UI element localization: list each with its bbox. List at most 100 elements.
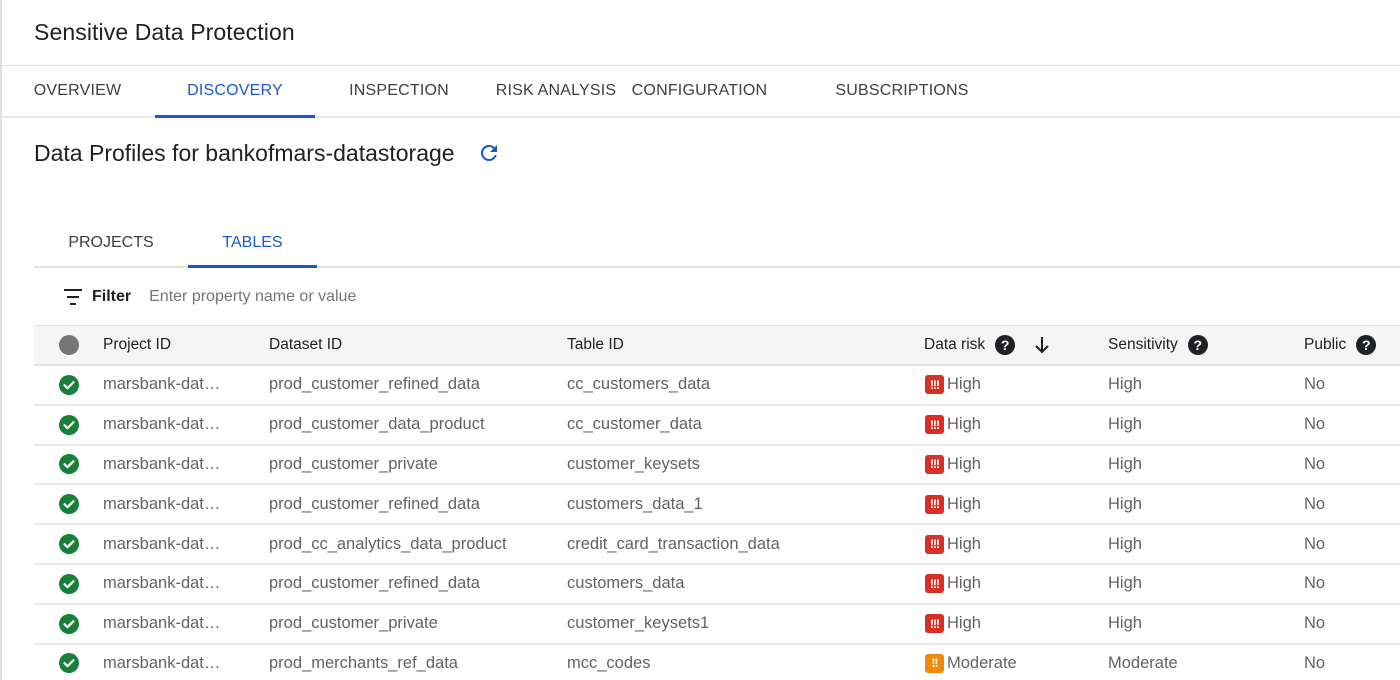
table-row[interactable]: marsbank-dat… prod_customer_data_product… (34, 406, 1400, 446)
public-cell: No (1304, 574, 1326, 593)
filter-input[interactable] (149, 287, 550, 306)
table-id-cell[interactable]: credit_card_transaction_data (567, 535, 924, 554)
tab-risk-analysis[interactable]: RISK ANALYSIS (483, 66, 629, 116)
check-circle-icon (58, 454, 79, 475)
sensitivity-cell: High (1108, 494, 1142, 513)
sensitivity-cell: High (1108, 614, 1142, 633)
table-body: marsbank-dat… prod_customer_refined_data… (34, 366, 1400, 680)
public-cell: No (1304, 415, 1326, 434)
header-project-id[interactable]: Project ID (103, 336, 269, 354)
sensitivity-cell: High (1108, 375, 1142, 394)
arrow-down-icon[interactable] (1033, 335, 1051, 355)
project-id-cell[interactable]: marsbank-dat… (103, 375, 269, 394)
tab-projects[interactable]: PROJECTS (34, 220, 188, 266)
tab-inspection[interactable]: INSPECTION (315, 66, 483, 116)
table-id-cell[interactable]: customers_data (567, 574, 924, 593)
header-dataset-id[interactable]: Dataset ID (269, 336, 567, 354)
table-id-cell[interactable]: customer_keysets1 (567, 614, 924, 633)
risk-badge-icon: !!! (925, 574, 944, 594)
header-data-risk-label: Data risk (924, 336, 986, 353)
main-tabs: OVERVIEW DISCOVERY INSPECTION RISK ANALY… (0, 66, 1400, 118)
header-status (34, 335, 103, 355)
risk-badge-icon: !! (925, 653, 944, 673)
table-row[interactable]: marsbank-dat… prod_cc_analytics_data_pro… (34, 525, 1400, 565)
sensitivity-cell: Moderate (1108, 653, 1178, 672)
tab-discovery[interactable]: DISCOVERY (155, 66, 315, 118)
help-icon[interactable]: ? (1356, 335, 1377, 355)
table-header-row: Project ID Dataset ID Table ID Data risk… (34, 326, 1400, 366)
public-cell: No (1304, 614, 1326, 633)
table-id-cell[interactable]: cc_customers_data (567, 375, 924, 394)
status-cell (34, 613, 103, 634)
check-circle-icon (58, 374, 79, 395)
header-public[interactable]: Public ? (1304, 335, 1400, 355)
page-title: Data Profiles for bankofmars-datastorage (34, 139, 455, 166)
table-row[interactable]: marsbank-dat… prod_merchants_ref_data mc… (34, 645, 1400, 680)
table-profiles: Project ID Dataset ID Table ID Data risk… (34, 325, 1400, 680)
table-row[interactable]: marsbank-dat… prod_customer_refined_data… (34, 565, 1400, 605)
table-row[interactable]: marsbank-dat… prod_customer_private cust… (34, 446, 1400, 486)
table-row[interactable]: marsbank-dat… prod_customer_private cust… (34, 605, 1400, 645)
data-risk-value: Moderate (947, 653, 1017, 672)
filter-label: Filter (92, 287, 132, 305)
dataset-id-cell: prod_customer_data_product (269, 415, 485, 434)
check-circle-icon (58, 573, 79, 594)
risk-badge-icon: !!! (925, 415, 944, 435)
risk-badge-icon: !!! (925, 614, 944, 634)
project-id-cell[interactable]: marsbank-dat… (103, 574, 269, 593)
check-circle-icon (58, 494, 79, 515)
tab-overview[interactable]: OVERVIEW (0, 66, 155, 116)
risk-badge-icon: !!! (925, 534, 944, 554)
refresh-icon[interactable] (477, 141, 501, 165)
check-circle-icon (58, 534, 79, 555)
status-cell (34, 653, 103, 674)
app-header: Sensitive Data Protection (0, 0, 1400, 66)
public-cell: No (1304, 534, 1326, 553)
table-id-cell[interactable]: customers_data_1 (567, 495, 924, 514)
project-id-cell[interactable]: marsbank-dat… (103, 535, 269, 554)
project-id-cell[interactable]: marsbank-dat… (103, 654, 269, 673)
table-id-cell[interactable]: customer_keysets (567, 455, 924, 474)
check-circle-icon (58, 653, 79, 674)
help-icon[interactable]: ? (1187, 335, 1208, 355)
tab-tables[interactable]: TABLES (188, 220, 317, 268)
data-risk-value: High (947, 534, 981, 553)
header-sensitivity[interactable]: Sensitivity ? (1108, 335, 1304, 355)
project-id-cell[interactable]: marsbank-dat… (103, 455, 269, 474)
project-id-cell[interactable]: marsbank-dat… (103, 614, 269, 633)
risk-badge-icon: !!! (925, 375, 944, 395)
data-risk-value: High (947, 415, 981, 434)
public-cell: No (1304, 375, 1326, 394)
data-risk-value: High (947, 454, 981, 473)
table-id-cell[interactable]: cc_customer_data (567, 415, 924, 434)
data-risk-value: High (947, 494, 981, 513)
table-row[interactable]: marsbank-dat… prod_customer_refined_data… (34, 485, 1400, 526)
help-icon[interactable]: ? (995, 335, 1016, 355)
project-id-cell[interactable]: marsbank-dat… (103, 415, 269, 434)
tab-configuration[interactable]: CONFIGURATION (629, 66, 770, 116)
project-id-cell[interactable]: marsbank-dat… (103, 495, 269, 514)
app-title: Sensitive Data Protection (34, 19, 295, 45)
filter-list-icon[interactable] (62, 288, 84, 305)
data-risk-value: High (947, 574, 981, 593)
tab-subscriptions[interactable]: SUBSCRIPTIONS (770, 66, 1034, 116)
sensitivity-cell: High (1108, 415, 1142, 434)
sensitivity-cell: High (1108, 454, 1142, 473)
header-table-id[interactable]: Table ID (567, 336, 924, 354)
table-id-cell[interactable]: mcc_codes (567, 654, 924, 673)
status-cell (34, 454, 103, 475)
data-risk-cell: !! Moderate (924, 653, 1108, 673)
data-risk-value: High (947, 614, 981, 633)
status-cell (34, 414, 103, 435)
public-cell: No (1304, 494, 1326, 513)
sub-tabs: PROJECTS TABLES (34, 220, 1400, 268)
status-cell (34, 374, 103, 395)
page-heading: Data Profiles for bankofmars-datastorage (0, 118, 1400, 188)
table-row[interactable]: marsbank-dat… prod_customer_refined_data… (34, 366, 1400, 406)
dataset-id-cell: prod_customer_private (269, 454, 438, 473)
data-risk-cell: !!! High (924, 574, 1108, 594)
dataset-id-cell: prod_customer_private (269, 614, 438, 633)
header-data-risk[interactable]: Data risk ? (924, 335, 1108, 355)
risk-badge-icon: !!! (925, 494, 944, 514)
risk-badge-icon: !!! (925, 454, 944, 474)
